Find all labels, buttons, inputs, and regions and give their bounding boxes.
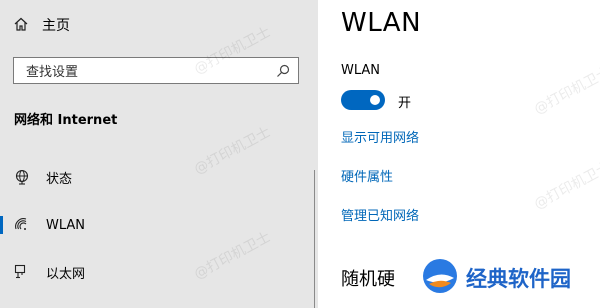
sidebar-scrollbar[interactable]: [314, 170, 315, 308]
wlan-toggle-label: WLAN: [341, 63, 381, 78]
sidebar-item-status[interactable]: 状态: [0, 160, 300, 194]
home-icon: [14, 16, 28, 35]
active-indicator: [0, 216, 3, 234]
globe-icon: [14, 169, 34, 185]
site-badge: 经典软件园: [420, 256, 571, 300]
toggle-knob: [370, 95, 380, 105]
toggle-state-text: 开: [398, 96, 412, 111]
sidebar-item-ethernet[interactable]: 以太网: [0, 255, 300, 289]
hardware-properties-link[interactable]: 硬件属性: [341, 166, 393, 185]
site-badge-text: 经典软件园: [466, 267, 571, 291]
random-hardware-heading: 随机硬: [341, 269, 395, 290]
settings-sidebar: 主页 查找设置 网络和 Internet 状态 WLAN 以太网: [0, 0, 318, 308]
site-logo-icon: [420, 256, 460, 300]
manage-known-networks-link[interactable]: 管理已知网络: [341, 205, 419, 224]
home-label: 主页: [42, 18, 70, 34]
page-title: WLAN: [341, 8, 422, 38]
sidebar-item-label: 状态: [46, 171, 73, 187]
wlan-toggle[interactable]: [341, 90, 385, 110]
wifi-icon: [14, 217, 34, 233]
home-nav-item[interactable]: 主页: [14, 14, 70, 36]
search-icon[interactable]: [276, 64, 290, 78]
search-input[interactable]: 查找设置: [13, 57, 299, 84]
ethernet-icon: [14, 264, 34, 280]
section-title: 网络和 Internet: [14, 113, 118, 128]
sidebar-item-label: 以太网: [46, 266, 86, 282]
search-placeholder: 查找设置: [26, 65, 79, 80]
show-available-networks-link[interactable]: 显示可用网络: [341, 127, 419, 146]
sidebar-item-label: WLAN: [46, 217, 86, 233]
